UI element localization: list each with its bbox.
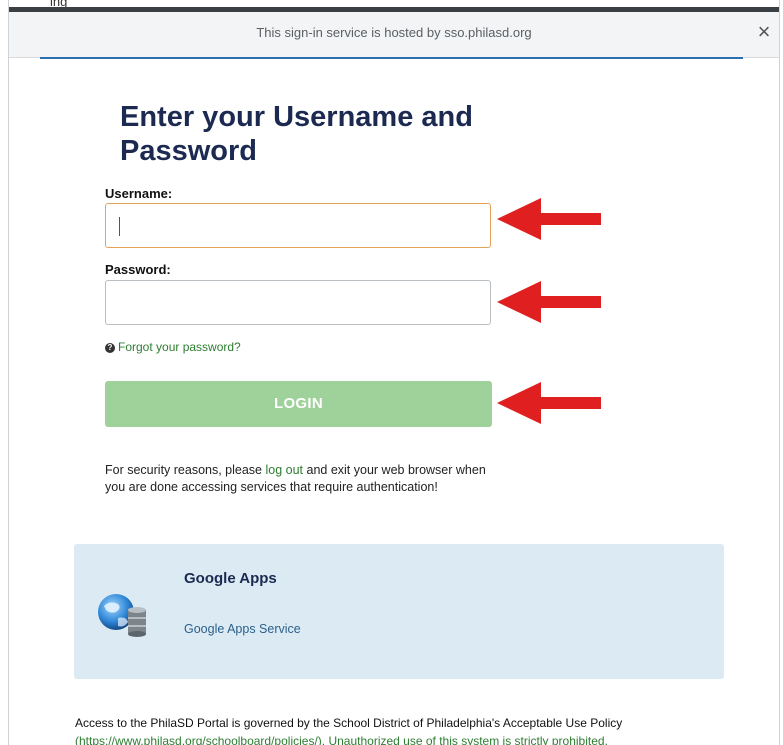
host-info-bar: This sign-in service is hosted by sso.ph… — [9, 12, 779, 58]
policy-url-line[interactable]: (https://www.philasd.org/schoolboard/pol… — [75, 734, 775, 745]
app-title: Google Apps — [184, 570, 277, 587]
app-card-google-apps: Google Apps Google Apps Service — [74, 544, 724, 679]
red-arrow-annotation-password — [497, 281, 601, 323]
host-info-text: This sign-in service is hosted by sso.ph… — [256, 25, 532, 40]
security-text-prefix: For security reasons, please — [105, 463, 266, 477]
username-input[interactable] — [106, 204, 490, 247]
text-caret — [119, 217, 120, 236]
password-label: Password: — [105, 262, 171, 277]
forgot-password-text[interactable]: Forgot your password? — [118, 340, 241, 354]
username-label: Username: — [105, 186, 173, 201]
policy-notice: Access to the PhilaSD Portal is governed… — [75, 716, 623, 730]
red-arrow-annotation-username — [497, 198, 601, 240]
password-field[interactable] — [105, 280, 491, 325]
red-arrow-annotation-login — [497, 382, 601, 424]
header-divider — [40, 57, 743, 59]
password-input[interactable] — [106, 281, 490, 324]
username-field[interactable] — [105, 203, 491, 248]
forgot-password-link[interactable]: ? Forgot your password? — [105, 340, 241, 354]
page-title: Enter your Username and Password — [120, 101, 473, 167]
google-apps-service-link[interactable]: Google Apps Service — [184, 622, 301, 636]
browser-top-strip: ing — [0, 0, 783, 12]
logout-link[interactable]: log out — [266, 463, 304, 477]
close-icon[interactable]: × — [753, 20, 775, 44]
security-notice: For security reasons, please log out and… — [105, 462, 505, 496]
right-frame-border — [779, 0, 783, 745]
login-button[interactable]: LOGIN — [105, 381, 492, 427]
globe-database-icon — [98, 594, 146, 637]
question-circle-icon: ? — [105, 343, 115, 353]
left-frame-border — [0, 0, 9, 745]
